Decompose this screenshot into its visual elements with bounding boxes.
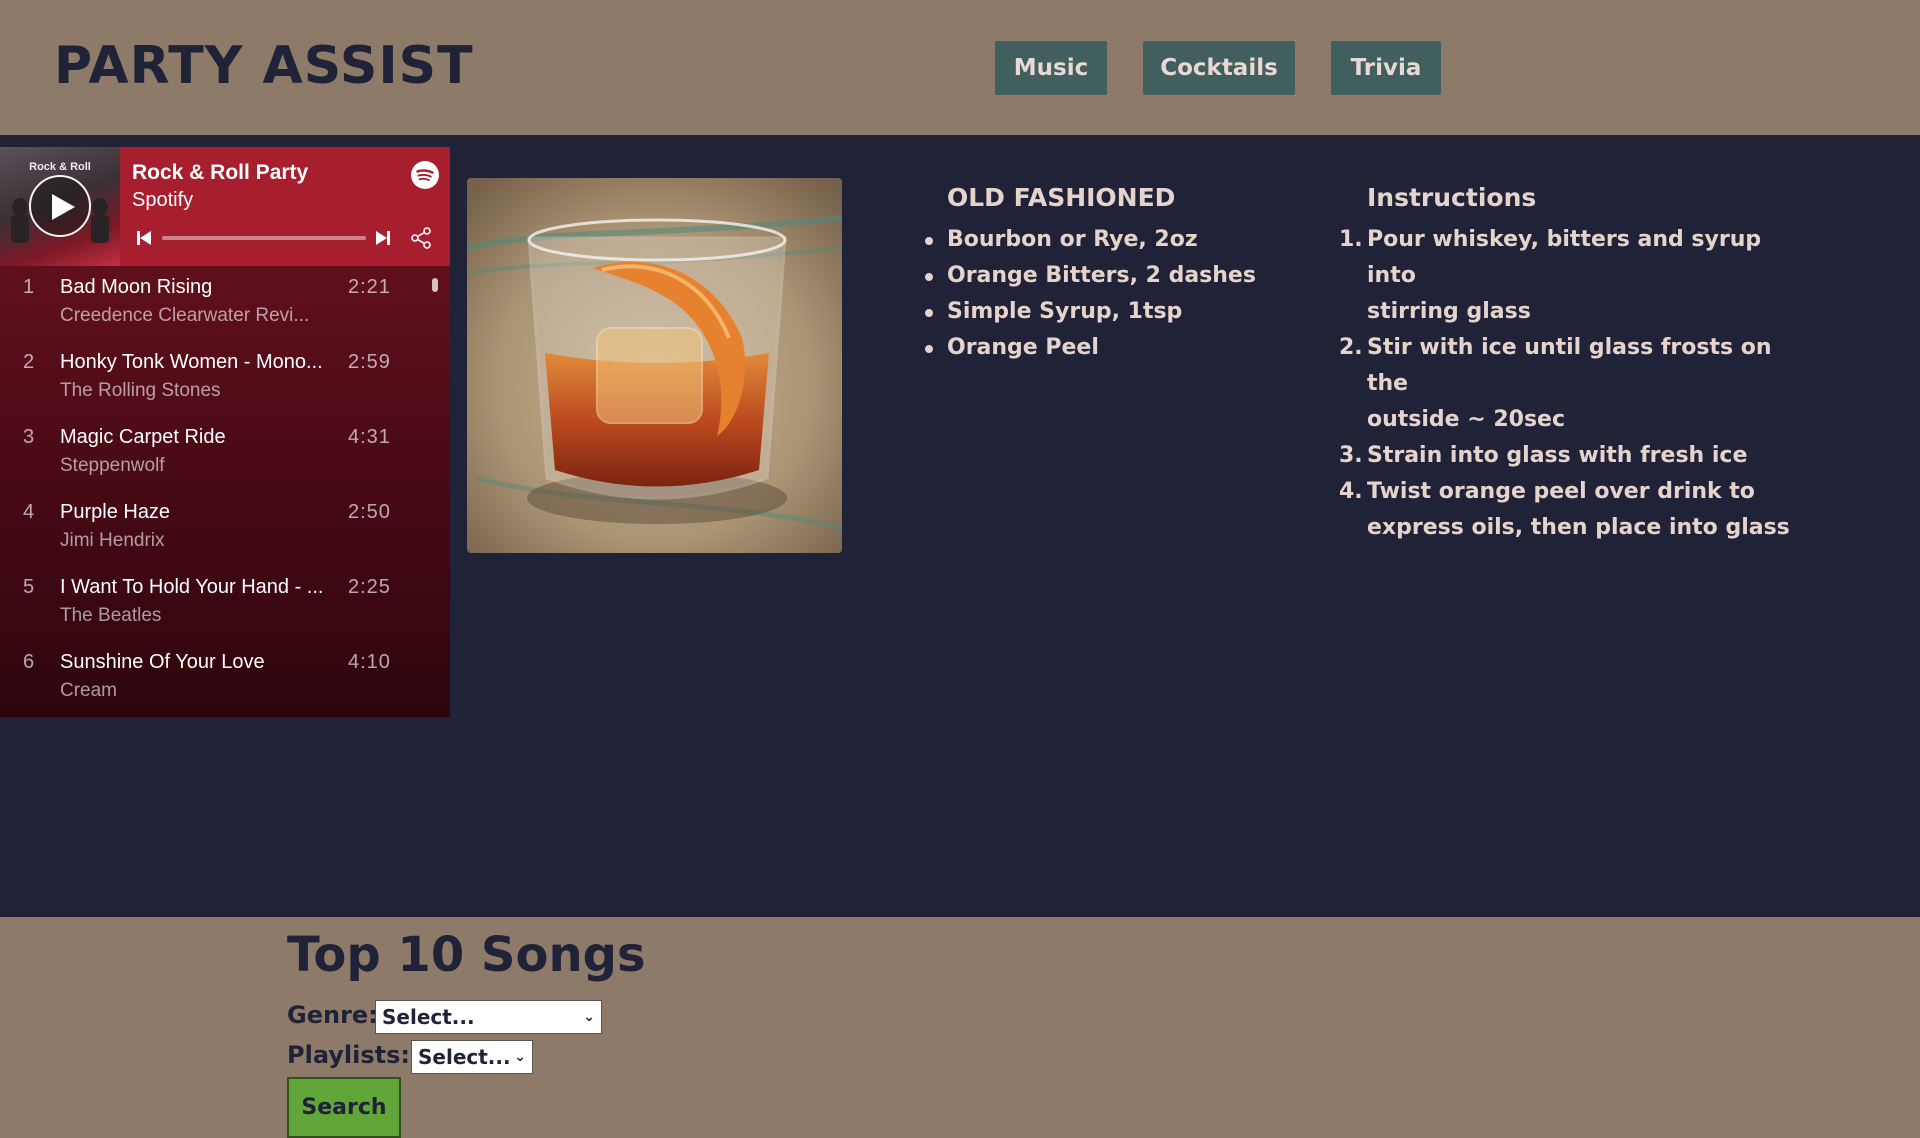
ingredient-item: Orange Peel <box>925 330 1256 366</box>
scrollbar-thumb[interactable] <box>432 278 438 292</box>
track-duration: 4:31 <box>348 426 391 448</box>
track-artist[interactable]: The Rolling Stones <box>60 380 335 402</box>
header: PARTY ASSIST Music Cocktails Trivia <box>0 0 1920 135</box>
track-artist[interactable]: Steppenwolf <box>60 455 335 477</box>
track-title[interactable]: Magic Carpet Ride <box>60 426 335 449</box>
track-duration: 2:21 <box>348 276 391 298</box>
top-songs-title: Top 10 Songs <box>287 927 646 983</box>
nav-music-button[interactable]: Music <box>995 41 1107 95</box>
ingredient-list: Bourbon or Rye, 2oz Orange Bitters, 2 da… <box>925 222 1256 366</box>
track-title[interactable]: Honky Tonk Women - Mono... <box>60 351 335 374</box>
step-text-line: Stir with ice until glass frosts on the <box>1367 335 1772 396</box>
instruction-step: 1. Pour whiskey, bitters and syrup into … <box>1339 222 1807 330</box>
player-header: Rock & Roll Rock & Roll Party Spotify <box>0 147 450 266</box>
track-artist[interactable]: Jimi Hendrix <box>60 530 335 552</box>
step-number: 3. <box>1339 443 1363 468</box>
recipe-title: OLD FASHIONED <box>947 183 1176 212</box>
step-number: 4. <box>1339 479 1363 504</box>
step-text-line: Strain into glass with fresh ice <box>1367 443 1748 468</box>
play-button[interactable] <box>29 175 91 237</box>
step-text-line: express oils, then place into glass <box>1367 515 1790 540</box>
track-row[interactable]: 6 Sunshine Of Your Love Cream 4:10 <box>0 641 450 716</box>
play-icon <box>52 194 75 220</box>
instruction-step: 2. Stir with ice until glass frosts on t… <box>1339 330 1807 438</box>
instructions-title: Instructions <box>1367 183 1537 212</box>
genre-select-value: Select... <box>382 1005 475 1029</box>
track-row[interactable]: 4 Purple Haze Jimi Hendrix 2:50 <box>0 491 450 566</box>
playlists-label: Playlists: <box>287 1041 411 1069</box>
instruction-list: 1. Pour whiskey, bitters and syrup into … <box>1339 222 1807 546</box>
playlists-select[interactable]: Select... ⌄ <box>411 1040 533 1074</box>
step-text-line: stirring glass <box>1367 299 1531 324</box>
genre-label: Genre: <box>287 1001 378 1029</box>
step-text-line: Pour whiskey, bitters and syrup into <box>1367 227 1762 288</box>
track-title[interactable]: I Want To Hold Your Hand - ... <box>60 576 335 599</box>
spotify-logo-icon[interactable] <box>411 161 439 189</box>
track-title[interactable]: Bad Moon Rising <box>60 276 335 299</box>
track-number: 5 <box>23 576 35 598</box>
skip-next-icon[interactable] <box>375 230 391 246</box>
track-artist[interactable]: Cream <box>60 680 335 702</box>
track-number: 2 <box>23 351 35 373</box>
skip-previous-icon[interactable] <box>136 230 152 246</box>
ingredient-item: Simple Syrup, 1tsp <box>925 294 1256 330</box>
playlist-provider[interactable]: Spotify <box>132 189 193 212</box>
playlists-select-value: Select... <box>418 1045 511 1069</box>
track-duration: 2:50 <box>348 501 391 523</box>
track-number: 4 <box>23 501 35 523</box>
progress-bar[interactable] <box>162 236 366 240</box>
playlist-cover[interactable]: Rock & Roll <box>0 147 120 266</box>
cocktail-image <box>467 178 842 553</box>
track-row[interactable]: 3 Magic Carpet Ride Steppenwolf 4:31 <box>0 416 450 491</box>
track-row[interactable]: 2 Honky Tonk Women - Mono... The Rolling… <box>0 341 450 416</box>
track-number: 3 <box>23 426 35 448</box>
nav-trivia-button[interactable]: Trivia <box>1331 41 1441 95</box>
track-title[interactable]: Purple Haze <box>60 501 335 524</box>
search-button[interactable]: Search <box>287 1077 401 1138</box>
track-duration: 2:59 <box>348 351 391 373</box>
instruction-step: 3. Strain into glass with fresh ice <box>1339 438 1807 474</box>
track-number: 1 <box>23 276 35 298</box>
track-row[interactable]: 1 Bad Moon Rising Creedence Clearwater R… <box>0 266 450 341</box>
step-number: 1. <box>1339 227 1363 252</box>
step-number: 2. <box>1339 335 1363 360</box>
track-number: 6 <box>23 651 35 673</box>
genre-select[interactable]: Select... ⌄ <box>375 1000 602 1034</box>
step-text-line: outside ~ 20sec <box>1367 407 1566 432</box>
cover-title: Rock & Roll <box>29 161 91 173</box>
chevron-down-icon: ⌄ <box>583 1009 595 1025</box>
step-text-line: Twist orange peel over drink to <box>1367 479 1755 504</box>
app-logo[interactable]: PARTY ASSIST <box>54 36 474 96</box>
nav-cocktails-button[interactable]: Cocktails <box>1143 41 1295 95</box>
track-artist[interactable]: The Beatles <box>60 605 335 627</box>
ingredient-item: Bourbon or Rye, 2oz <box>925 222 1256 258</box>
track-list: 1 Bad Moon Rising Creedence Clearwater R… <box>0 266 450 717</box>
spotify-player: Rock & Roll Rock & Roll Party Spotify 1 … <box>0 147 450 717</box>
track-duration: 4:10 <box>348 651 391 673</box>
track-artist[interactable]: Creedence Clearwater Revi... <box>60 305 335 327</box>
top-songs-section: Top 10 Songs Genre: Select... ⌄ Playlist… <box>0 917 1920 1138</box>
playlist-title[interactable]: Rock & Roll Party <box>132 161 308 185</box>
track-title[interactable]: Sunshine Of Your Love <box>60 651 335 674</box>
chevron-down-icon: ⌄ <box>514 1049 526 1065</box>
track-duration: 2:25 <box>348 576 391 598</box>
instruction-step: 4. Twist orange peel over drink to expre… <box>1339 474 1807 546</box>
ingredient-item: Orange Bitters, 2 dashes <box>925 258 1256 294</box>
track-row[interactable]: 5 I Want To Hold Your Hand - ... The Bea… <box>0 566 450 641</box>
share-icon[interactable] <box>410 227 432 249</box>
